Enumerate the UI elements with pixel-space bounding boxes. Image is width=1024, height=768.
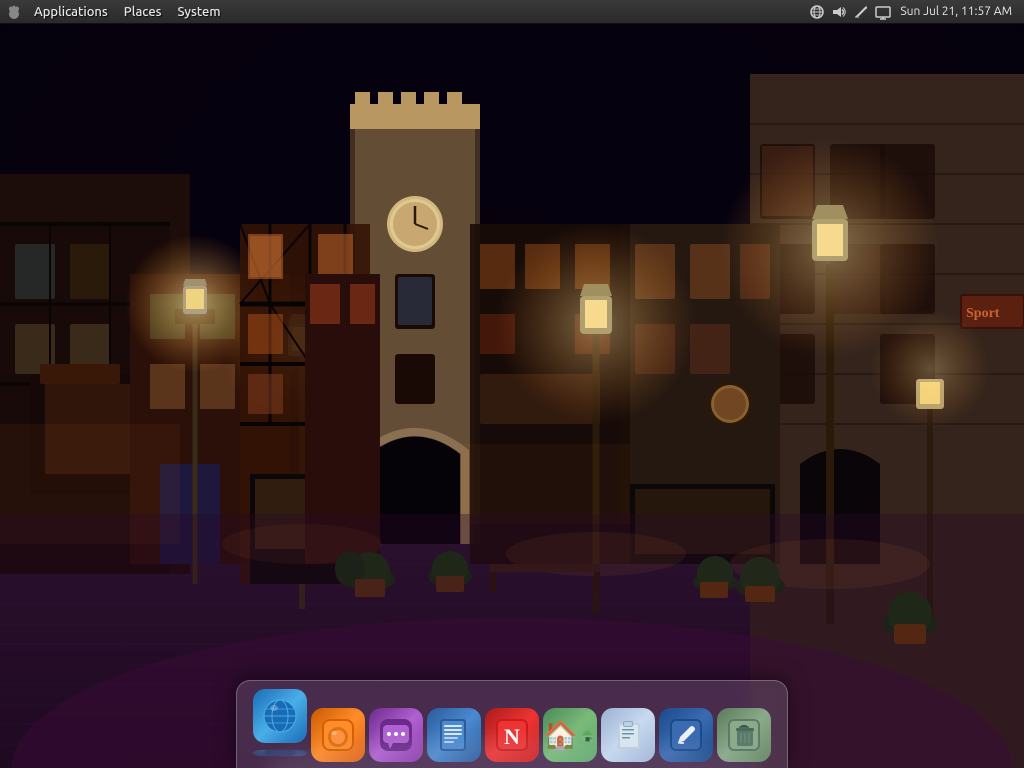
dock-item-trash[interactable] bbox=[717, 708, 771, 762]
gnome-foot-icon bbox=[4, 2, 24, 22]
top-panel: Applications Places System bbox=[0, 0, 1024, 24]
network-icon[interactable] bbox=[808, 3, 826, 21]
dock-item-globe[interactable] bbox=[253, 689, 307, 762]
dock-icon-globe-reflection bbox=[253, 750, 307, 756]
dock-item-home[interactable] bbox=[543, 708, 597, 762]
panel-right: Sun Jul 21, 11:57 AM bbox=[808, 3, 1020, 21]
dock-item-writer[interactable] bbox=[427, 708, 481, 762]
dock-icon-notes: N bbox=[485, 708, 539, 762]
pen-icon[interactable] bbox=[852, 3, 870, 21]
dock: N bbox=[236, 680, 788, 768]
menu-system[interactable]: System bbox=[170, 0, 229, 24]
dock-icon-trash bbox=[717, 708, 771, 762]
dock-item-orange[interactable] bbox=[311, 708, 365, 762]
panel-clock: Sun Jul 21, 11:57 AM bbox=[896, 5, 1016, 18]
dock-item-settings[interactable] bbox=[659, 708, 713, 762]
panel-left: Applications Places System bbox=[4, 0, 229, 24]
desktop-background: Sport bbox=[0, 24, 1024, 768]
dock-container: N bbox=[236, 680, 788, 768]
dock-icon-settings bbox=[659, 708, 713, 762]
dock-item-clipboard[interactable] bbox=[601, 708, 655, 762]
dock-icon-globe bbox=[253, 689, 307, 743]
dock-icon-orange bbox=[311, 708, 365, 762]
volume-icon[interactable] bbox=[830, 3, 848, 21]
svg-text:Sport: Sport bbox=[966, 306, 1000, 321]
dock-icon-writer bbox=[427, 708, 481, 762]
dock-icon-clipboard bbox=[601, 708, 655, 762]
menu-applications[interactable]: Applications bbox=[26, 0, 116, 24]
dock-item-chat[interactable] bbox=[369, 708, 423, 762]
dock-icon-chat bbox=[369, 708, 423, 762]
desktop: Sport bbox=[0, 24, 1024, 768]
svg-text:N: N bbox=[504, 724, 520, 749]
dock-item-notes[interactable]: N bbox=[485, 708, 539, 762]
screen-icon[interactable] bbox=[874, 3, 892, 21]
dock-icon-home bbox=[543, 708, 597, 762]
menu-places[interactable]: Places bbox=[116, 0, 170, 24]
